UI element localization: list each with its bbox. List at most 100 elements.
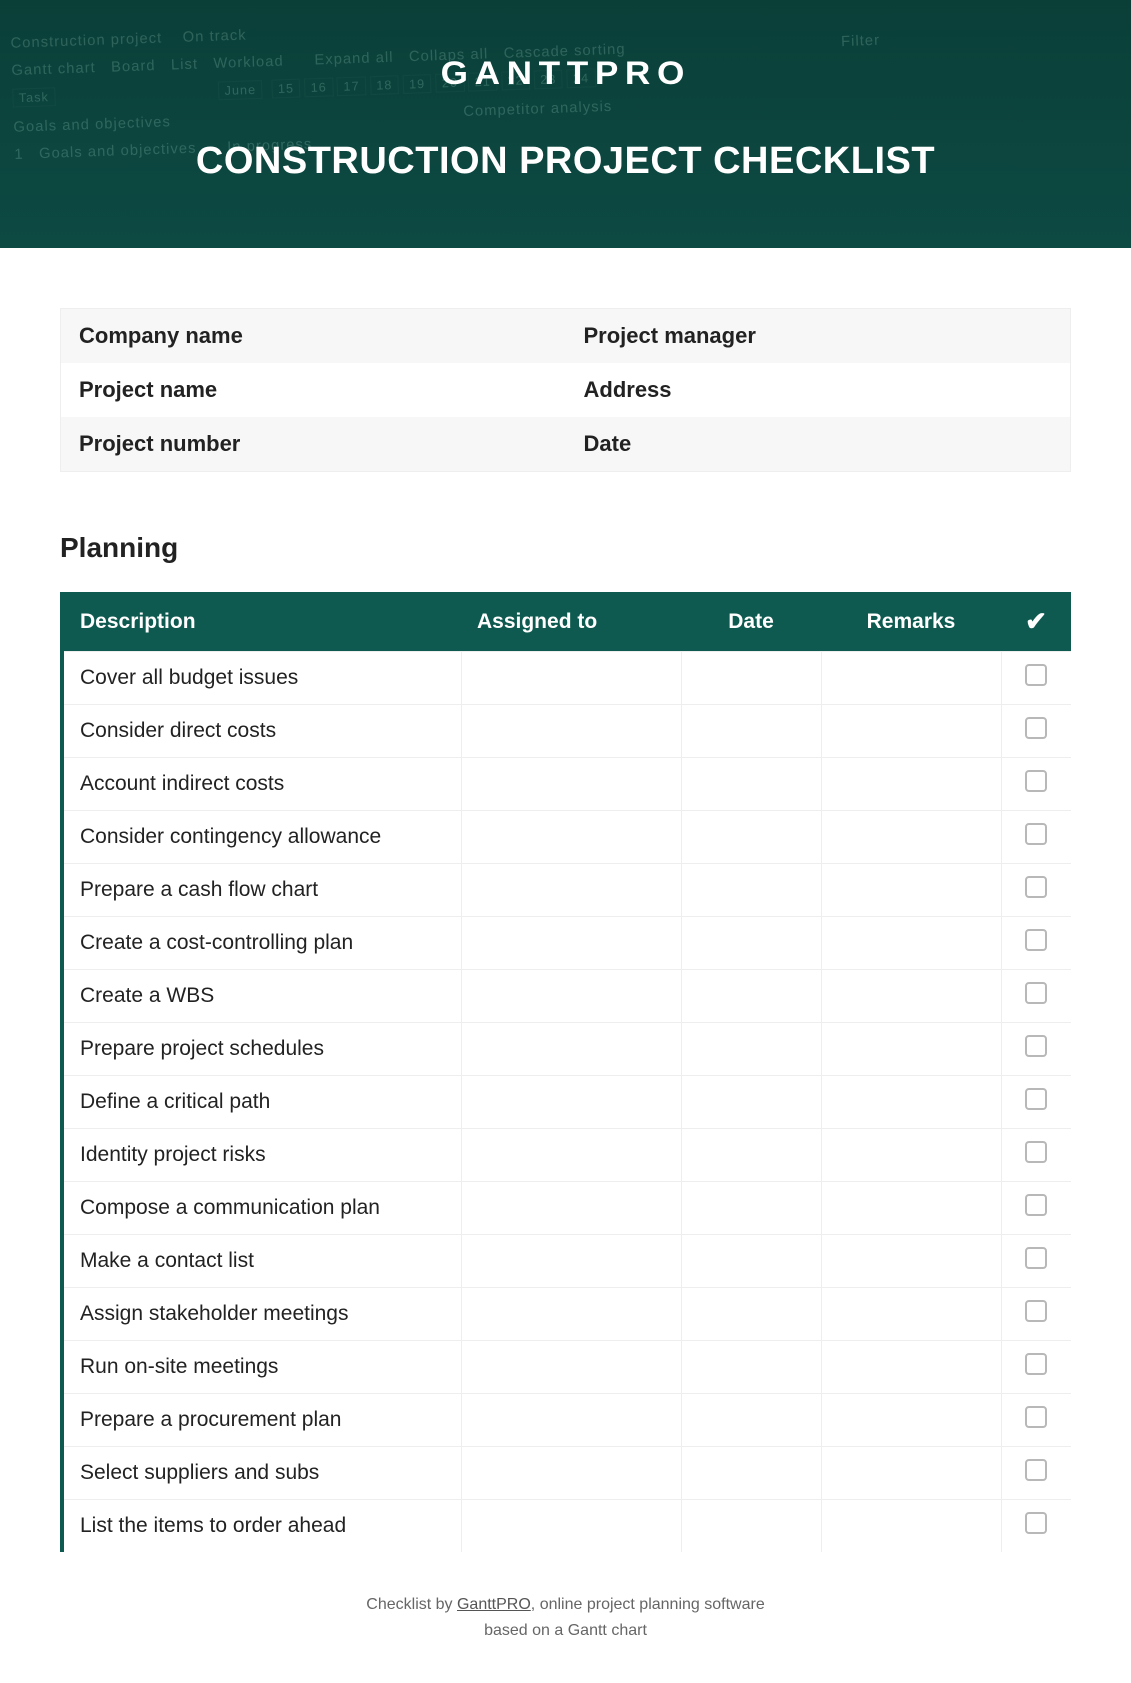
cell-date[interactable]	[681, 1076, 821, 1129]
table-row: Prepare a procurement plan	[62, 1394, 1071, 1447]
cell-assigned[interactable]	[461, 1447, 681, 1500]
cell-assigned[interactable]	[461, 811, 681, 864]
footer-text: , online project planning software	[531, 1596, 765, 1613]
cell-date[interactable]	[681, 1500, 821, 1553]
cell-remarks[interactable]	[821, 1341, 1001, 1394]
cell-check	[1001, 1500, 1071, 1553]
cell-remarks[interactable]	[821, 1182, 1001, 1235]
checkbox[interactable]	[1025, 1406, 1047, 1428]
checkbox[interactable]	[1025, 1459, 1047, 1481]
cell-remarks[interactable]	[821, 1129, 1001, 1182]
col-description: Description	[62, 592, 461, 652]
checkbox[interactable]	[1025, 1141, 1047, 1163]
cell-remarks[interactable]	[821, 652, 1001, 705]
cell-date[interactable]	[681, 917, 821, 970]
cell-check	[1001, 970, 1071, 1023]
cell-date[interactable]	[681, 1235, 821, 1288]
cell-date[interactable]	[681, 758, 821, 811]
cell-date[interactable]	[681, 970, 821, 1023]
checkbox[interactable]	[1025, 717, 1047, 739]
cell-assigned[interactable]	[461, 652, 681, 705]
cell-remarks[interactable]	[821, 970, 1001, 1023]
cell-remarks[interactable]	[821, 1500, 1001, 1553]
cell-date[interactable]	[681, 811, 821, 864]
cell-assigned[interactable]	[461, 1129, 681, 1182]
cell-check	[1001, 1447, 1071, 1500]
cell-remarks[interactable]	[821, 1447, 1001, 1500]
footer-link[interactable]: GanttPRO	[457, 1596, 531, 1613]
table-row: Select suppliers and subs	[62, 1447, 1071, 1500]
cell-date[interactable]	[681, 1394, 821, 1447]
cell-description: Consider direct costs	[62, 705, 461, 758]
checkbox[interactable]	[1025, 770, 1047, 792]
cell-check	[1001, 1288, 1071, 1341]
cell-assigned[interactable]	[461, 1394, 681, 1447]
cell-date[interactable]	[681, 1182, 821, 1235]
checkbox[interactable]	[1025, 876, 1047, 898]
checkbox[interactable]	[1025, 982, 1047, 1004]
cell-remarks[interactable]	[821, 864, 1001, 917]
checkbox[interactable]	[1025, 1512, 1047, 1534]
cell-assigned[interactable]	[461, 1341, 681, 1394]
cell-remarks[interactable]	[821, 917, 1001, 970]
cell-assigned[interactable]	[461, 970, 681, 1023]
cell-description: Prepare a procurement plan	[62, 1394, 461, 1447]
cell-assigned[interactable]	[461, 917, 681, 970]
cell-description: Prepare project schedules	[62, 1023, 461, 1076]
info-label: Address	[566, 363, 1071, 417]
checkbox[interactable]	[1025, 664, 1047, 686]
cell-remarks[interactable]	[821, 1394, 1001, 1447]
cell-date[interactable]	[681, 1023, 821, 1076]
checkbox[interactable]	[1025, 823, 1047, 845]
col-date: Date	[681, 592, 821, 652]
cell-description: Cover all budget issues	[62, 652, 461, 705]
checkbox[interactable]	[1025, 1300, 1047, 1322]
cell-date[interactable]	[681, 864, 821, 917]
cell-assigned[interactable]	[461, 705, 681, 758]
cell-date[interactable]	[681, 705, 821, 758]
checkbox[interactable]	[1025, 929, 1047, 951]
project-info-grid: Company nameProject managerProject nameA…	[60, 308, 1071, 472]
table-row: Compose a communication plan	[62, 1182, 1071, 1235]
cell-assigned[interactable]	[461, 1023, 681, 1076]
cell-assigned[interactable]	[461, 1182, 681, 1235]
cell-description: Run on-site meetings	[62, 1341, 461, 1394]
cell-date[interactable]	[681, 1447, 821, 1500]
section-title: Planning	[60, 532, 1071, 564]
table-row: List the items to order ahead	[62, 1500, 1071, 1553]
cell-remarks[interactable]	[821, 1076, 1001, 1129]
cell-description: Prepare a cash flow chart	[62, 864, 461, 917]
cell-remarks[interactable]	[821, 1288, 1001, 1341]
checkbox[interactable]	[1025, 1194, 1047, 1216]
cell-assigned[interactable]	[461, 758, 681, 811]
info-label: Project name	[61, 363, 566, 417]
cell-remarks[interactable]	[821, 705, 1001, 758]
checkbox[interactable]	[1025, 1088, 1047, 1110]
checkbox[interactable]	[1025, 1247, 1047, 1269]
cell-check	[1001, 1394, 1071, 1447]
cell-assigned[interactable]	[461, 1500, 681, 1553]
cell-remarks[interactable]	[821, 1023, 1001, 1076]
cell-description: Consider contingency allowance	[62, 811, 461, 864]
cell-check	[1001, 1129, 1071, 1182]
cell-assigned[interactable]	[461, 1076, 681, 1129]
cell-date[interactable]	[681, 1341, 821, 1394]
cell-assigned[interactable]	[461, 1288, 681, 1341]
cell-date[interactable]	[681, 1288, 821, 1341]
cell-check	[1001, 917, 1071, 970]
cell-remarks[interactable]	[821, 1235, 1001, 1288]
checkbox[interactable]	[1025, 1035, 1047, 1057]
info-label: Date	[566, 417, 1071, 471]
page-title: CONSTRUCTION PROJECT CHECKLIST	[196, 140, 935, 183]
cell-assigned[interactable]	[461, 1235, 681, 1288]
cell-date[interactable]	[681, 652, 821, 705]
checkbox[interactable]	[1025, 1353, 1047, 1375]
table-row: Prepare a cash flow chart	[62, 864, 1071, 917]
cell-check	[1001, 652, 1071, 705]
cell-date[interactable]	[681, 1129, 821, 1182]
hero-banner: Construction project On track Gantt char…	[0, 0, 1131, 248]
cell-check	[1001, 758, 1071, 811]
cell-assigned[interactable]	[461, 864, 681, 917]
cell-remarks[interactable]	[821, 758, 1001, 811]
cell-remarks[interactable]	[821, 811, 1001, 864]
